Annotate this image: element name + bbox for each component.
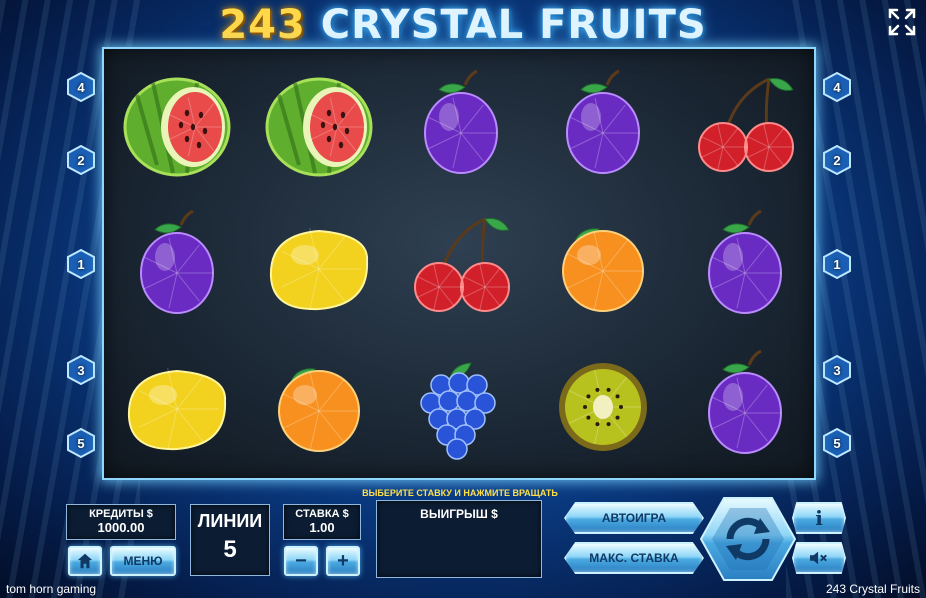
- provider-name: tom horn gaming: [6, 582, 97, 596]
- lines-label: ЛИНИИ: [197, 511, 263, 531]
- reel-symbol-plum: [532, 53, 674, 197]
- right-payline-badge[interactable]: 4: [823, 72, 851, 102]
- watermelon-icon: [265, 77, 373, 177]
- bet-decrease-button[interactable]: −: [284, 546, 318, 576]
- bet-value: 1.00: [309, 520, 335, 535]
- watermelon-icon: [123, 77, 231, 177]
- game-title: 243 CRYSTAL FRUITS: [0, 2, 926, 48]
- reel-symbol-watermelon: [106, 53, 248, 197]
- reel-symbol-plum: [106, 193, 248, 337]
- lines-panel: ЛИНИИ 5: [190, 504, 270, 576]
- info-icon: i: [815, 506, 823, 530]
- sound-button[interactable]: [792, 542, 846, 574]
- info-button[interactable]: i: [792, 502, 846, 534]
- lemon-icon: [269, 227, 369, 311]
- payline-number: 2: [833, 152, 841, 168]
- payline-number: 5: [833, 435, 841, 451]
- max-bet-button[interactable]: МАКС. СТАВКА: [564, 542, 704, 574]
- right-payline-badge[interactable]: 3: [823, 355, 851, 385]
- reel-symbol-plum: [674, 193, 816, 337]
- credits-panel: КРЕДИТЫ $ 1000.00: [66, 504, 176, 540]
- orange-icon: [562, 228, 644, 312]
- reel-symbol-grapes: [390, 333, 532, 477]
- minus-icon: −: [295, 549, 307, 572]
- title-text: CRYSTAL FRUITS: [320, 2, 707, 48]
- cherry-icon: [414, 217, 510, 312]
- cherry-icon: [698, 77, 794, 172]
- bet-increase-button[interactable]: +: [326, 546, 360, 576]
- left-payline-badge[interactable]: 1: [67, 249, 95, 279]
- reel-symbol-plum: [390, 53, 532, 197]
- autoplay-label: АВТОИГРА: [601, 511, 667, 525]
- left-payline-badge[interactable]: 3: [67, 355, 95, 385]
- spin-button[interactable]: [699, 496, 797, 582]
- spin-arrows-icon: [699, 497, 797, 581]
- lines-value: 5: [223, 536, 237, 563]
- lemon-icon: [127, 367, 227, 451]
- payline-number: 3: [833, 362, 841, 378]
- autoplay-button[interactable]: АВТОИГРА: [564, 502, 704, 534]
- grapes-icon: [420, 362, 496, 460]
- plum-icon: [566, 69, 640, 174]
- home-button[interactable]: [68, 546, 102, 576]
- home-icon: [77, 553, 93, 569]
- payline-number: 4: [77, 79, 85, 95]
- plum-icon: [708, 209, 782, 314]
- payline-number: 3: [77, 362, 85, 378]
- title-number: 243: [219, 2, 306, 48]
- payline-number: 4: [833, 79, 841, 95]
- instruction-hint: ВЫБЕРИТЕ СТАВКУ И НАЖМИТЕ ВРАЩАТЬ: [362, 488, 558, 498]
- payline-number: 1: [77, 256, 85, 272]
- payline-number: 5: [77, 435, 85, 451]
- win-label: ВЫИГРЫШ $: [420, 507, 498, 521]
- orange-icon: [278, 368, 360, 452]
- plum-icon: [140, 209, 214, 314]
- menu-button[interactable]: МЕНЮ: [110, 546, 176, 576]
- left-payline-badge[interactable]: 2: [67, 145, 95, 175]
- payline-number: 2: [77, 152, 85, 168]
- reel-symbol-orange: [532, 193, 674, 337]
- reel-symbol-lemon: [248, 193, 390, 337]
- reel-symbol-cherry: [674, 53, 816, 197]
- payline-number: 1: [833, 256, 841, 272]
- bet-panel: СТАВКА $ 1.00: [283, 504, 361, 540]
- right-payline-badge[interactable]: 5: [823, 428, 851, 458]
- right-payline-badge[interactable]: 1: [823, 249, 851, 279]
- sound-muted-icon: [810, 551, 827, 565]
- bet-label: СТАВКА $: [295, 508, 349, 520]
- win-panel: ВЫИГРЫШ $: [376, 500, 542, 578]
- reel-symbol-plum: [674, 333, 816, 477]
- menu-label: МЕНЮ: [123, 554, 163, 568]
- plum-icon: [708, 349, 782, 454]
- game-name-footer: 243 Crystal Fruits: [825, 582, 920, 596]
- left-payline-badge[interactable]: 5: [67, 428, 95, 458]
- reel-symbol-lemon: [106, 333, 248, 477]
- plus-icon: +: [337, 549, 349, 572]
- reel-symbol-cherry: [390, 193, 532, 337]
- credits-label: КРЕДИТЫ $: [89, 508, 153, 520]
- expand-arrows-icon[interactable]: [886, 6, 918, 38]
- right-payline-badge[interactable]: 2: [823, 145, 851, 175]
- left-payline-badge[interactable]: 4: [67, 72, 95, 102]
- reel-symbol-kiwi: [532, 333, 674, 477]
- plum-icon: [424, 69, 498, 174]
- reel-symbol-watermelon: [248, 53, 390, 197]
- max-bet-label: МАКС. СТАВКА: [589, 551, 679, 565]
- reels-area: [102, 47, 816, 480]
- credits-value: 1000.00: [97, 520, 145, 535]
- kiwi-icon: [559, 363, 647, 451]
- reel-symbol-orange: [248, 333, 390, 477]
